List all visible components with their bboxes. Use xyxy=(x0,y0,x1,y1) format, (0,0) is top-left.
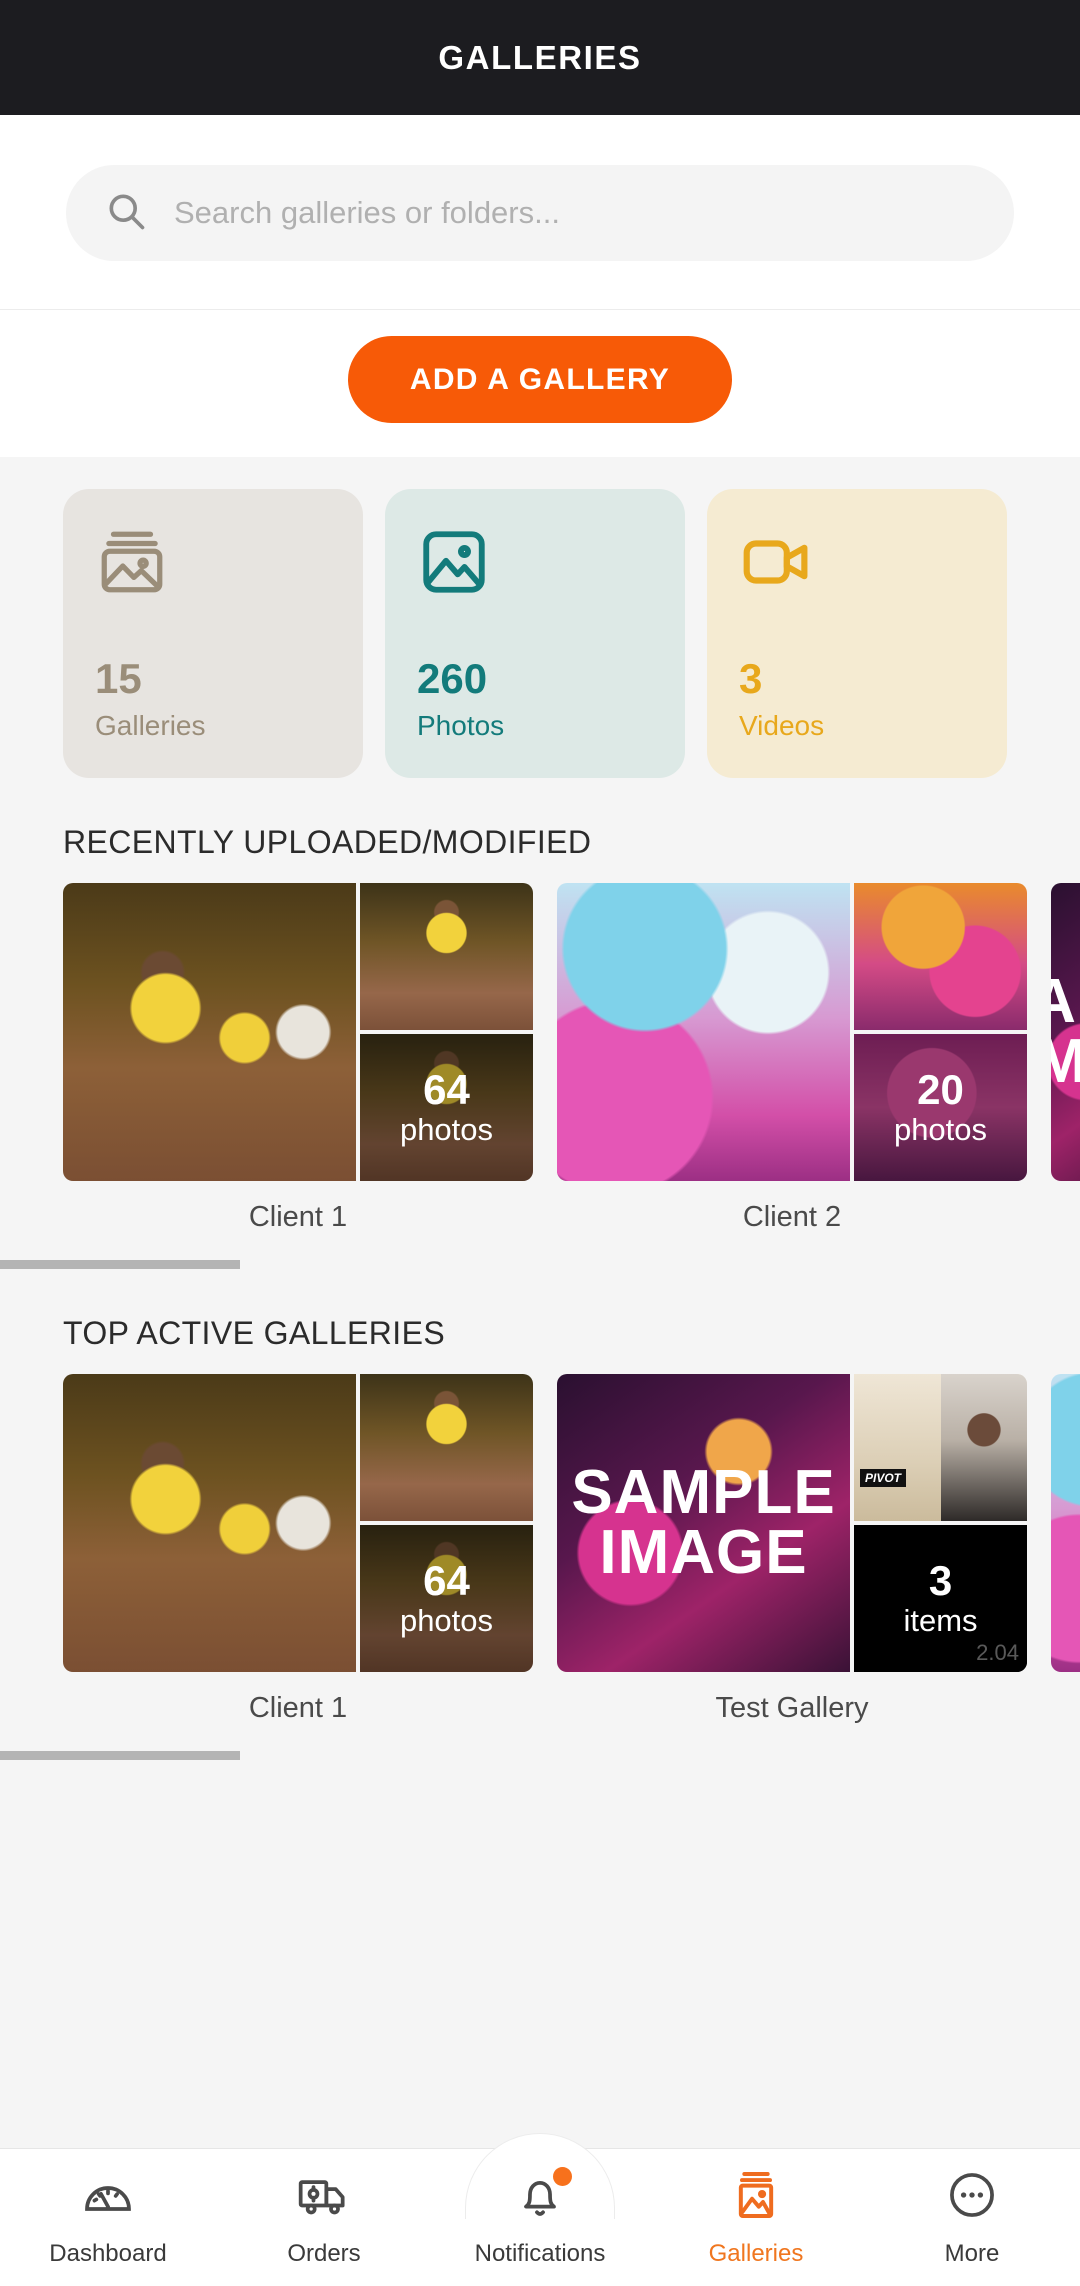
gallery-count-tile: 20 photos xyxy=(854,1034,1027,1181)
page-title: GALLERIES xyxy=(438,38,642,76)
stat-count: 260 xyxy=(417,655,488,702)
gallery-count-tile: 64 photos xyxy=(360,1525,533,1672)
gallery-cover-image xyxy=(63,1374,356,1672)
nav-item-orders[interactable]: Orders xyxy=(216,2167,432,2268)
nav-label: Notifications xyxy=(474,2240,606,2267)
gallery-title: Client 1 xyxy=(248,1201,348,1233)
gallery-thumbnails: SAMPLE IMAGE PIVOT 3 items 2.04 xyxy=(557,1374,1027,1672)
video-camera-icon xyxy=(739,525,975,603)
gallery-thumb xyxy=(854,883,1027,1030)
scrollbar-thumb[interactable] xyxy=(0,1751,240,1760)
gallery-card[interactable]: 20 photos Client 2 xyxy=(557,883,1027,1234)
scrollbar-thumb[interactable] xyxy=(0,1260,240,1269)
gallery-count-label: photos xyxy=(399,1602,494,1638)
gallery-count-number: 64 xyxy=(423,1066,470,1114)
nav-label: More xyxy=(944,2240,1000,2267)
bottom-navigation: Dashboard Orders Notifications Galleries… xyxy=(0,2133,1080,2286)
nav-item-more[interactable]: More xyxy=(864,2167,1080,2268)
stat-count: 15 xyxy=(95,655,142,702)
nav-item-galleries[interactable]: Galleries xyxy=(648,2167,864,2268)
carousel-top-active[interactable]: 64 photos Client 1 SAMPLE IMAGE PIVOT 3 … xyxy=(0,1374,1080,1725)
image-icon xyxy=(417,525,653,603)
gallery-thumbnails xyxy=(1051,1374,1080,1672)
nav-item-dashboard[interactable]: Dashboard xyxy=(0,2167,216,2268)
gallery-thumbnails: 20 photos xyxy=(557,883,1027,1181)
stat-card-galleries[interactable]: 15 Galleries xyxy=(63,489,363,778)
gallery-count-tile: 3 items 2.04 xyxy=(854,1525,1027,1672)
gallery-thumbnails: SAMPLEIMAGE xyxy=(1051,883,1080,1181)
gallery-thumbnails: 64 photos xyxy=(63,1374,533,1672)
gallery-count-label: items xyxy=(903,1602,978,1638)
truck-icon xyxy=(296,2167,352,2228)
nav-item-notifications[interactable]: Notifications xyxy=(432,2133,648,2268)
app-header: GALLERIES xyxy=(0,0,1080,115)
gallery-cover-image xyxy=(557,883,850,1181)
bell-icon xyxy=(512,2167,572,2228)
gallery-thumbnails: 64 photos xyxy=(63,883,533,1181)
search-input[interactable]: Search galleries or folders... xyxy=(66,165,1014,261)
carousel-recently-uploaded[interactable]: 64 photos Client 1 20 photos Client 2 A … xyxy=(0,883,1080,1234)
pivot-badge: PIVOT xyxy=(860,1469,907,1487)
stat-label: Photos xyxy=(417,710,505,741)
gallery-card-partial[interactable]: SAMPLEIMAGE xyxy=(1051,883,1080,1234)
gallery-count-label: photos xyxy=(399,1111,494,1147)
ghost-version-text: 2.04 xyxy=(976,1640,1019,1665)
search-section: Search galleries or folders... xyxy=(0,115,1080,310)
stat-label: Galleries xyxy=(95,710,206,741)
gallery-thumb: PIVOT xyxy=(854,1374,1027,1521)
add-a-gallery-button[interactable]: ADD A GALLERY xyxy=(347,336,733,423)
search-icon xyxy=(104,189,148,238)
gallery-card[interactable]: 64 photos Client 1 xyxy=(63,883,533,1234)
sample-image-text: SAMPLEIMAGE xyxy=(1051,967,1080,1096)
gallery-count-tile: 64 photos xyxy=(360,1034,533,1181)
gallery-card[interactable]: SAMPLE IMAGE PIVOT 3 items 2.04 Test Gal… xyxy=(557,1374,1027,1725)
section-title-top-active: TOP ACTIVE GALLERIES xyxy=(63,1315,446,1351)
carousel-scrollbar-top-active[interactable] xyxy=(0,1751,1080,1760)
gallery-cover-image xyxy=(63,883,356,1181)
content-area: 15 Galleries 260 Photos 3 Videos RECENTL… xyxy=(0,457,1080,2240)
nav-label: Orders xyxy=(287,2240,361,2267)
stat-count: 3 xyxy=(739,655,763,702)
speedometer-icon xyxy=(80,2167,136,2228)
gallery-thumb xyxy=(360,883,533,1030)
stats-row: 15 Galleries 260 Photos 3 Videos xyxy=(0,489,1080,778)
gallery-title: Test Gallery xyxy=(715,1692,869,1724)
notification-badge xyxy=(553,2167,572,2186)
sample-image-text: SAMPLEIMAGE xyxy=(571,1458,836,1587)
gallery-count-number: 3 xyxy=(928,1557,953,1605)
cta-section: ADD A GALLERY xyxy=(0,310,1080,457)
gallery-card-partial[interactable] xyxy=(1051,1374,1080,1725)
stacked-images-icon xyxy=(95,525,331,603)
gallery-title: Client 1 xyxy=(248,1692,348,1724)
nav-label: Galleries xyxy=(708,2240,804,2267)
section-title-recently-uploaded: RECENTLY UPLOADED/MODIFIED xyxy=(63,824,592,860)
gallery-count-label: photos xyxy=(893,1111,988,1147)
gallery-count-number: 64 xyxy=(423,1557,470,1605)
gallery-cover-image: SAMPLEIMAGE xyxy=(1051,883,1080,1181)
gallery-thumb xyxy=(360,1374,533,1521)
gallery-count-number: 20 xyxy=(917,1066,964,1114)
stacked-images-icon xyxy=(728,2167,784,2228)
gallery-title: Client 2 xyxy=(742,1201,842,1233)
stat-card-photos[interactable]: 260 Photos xyxy=(385,489,685,778)
stat-card-videos[interactable]: 3 Videos xyxy=(707,489,1007,778)
search-placeholder: Search galleries or folders... xyxy=(174,195,560,230)
nav-label: Dashboard xyxy=(49,2240,167,2267)
stat-label: Videos xyxy=(739,710,825,741)
gallery-card[interactable]: 64 photos Client 1 xyxy=(63,1374,533,1725)
carousel-scrollbar-recently[interactable] xyxy=(0,1260,1080,1269)
gallery-cover-image: SAMPLEIMAGE xyxy=(557,1374,850,1672)
ellipsis-circle-icon xyxy=(944,2167,1000,2228)
gallery-cover-image xyxy=(1051,1374,1080,1672)
